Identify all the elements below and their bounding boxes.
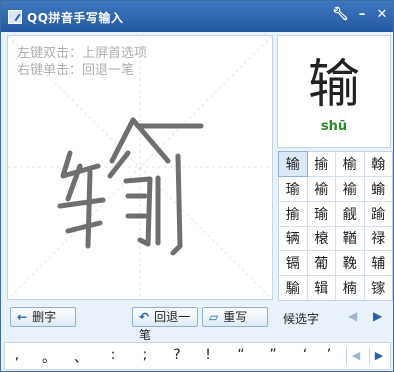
- handwriting-window: QQ拼音手写输入 🔧︎ – ✕ 左键双击：上屏首选项 右键单击：回退一笔 ← 删…: [0, 0, 394, 372]
- candidate-cell[interactable]: 榆: [336, 152, 364, 176]
- candidate-cell[interactable]: 辆: [279, 226, 307, 251]
- title-bar[interactable]: QQ拼音手写输入 🔧︎ – ✕: [1, 1, 393, 32]
- undo-icon: ↶: [139, 310, 150, 324]
- punct-key[interactable]: ’: [321, 347, 337, 363]
- candidate-grid: 输 揄 榆 翰 瑜 褕 褕 蝓 揄 瑜 觎 踰 辆 榱 鞧 禄 镉 葡 鞔 辅 …: [278, 151, 393, 301]
- candidate-cell[interactable]: 瑜: [279, 176, 307, 201]
- delete-char-button[interactable]: ← 删字: [10, 307, 76, 327]
- candidate-cell[interactable]: 鞔: [336, 251, 364, 276]
- preview-character: 输: [307, 55, 360, 115]
- punctuation-bar: , 。 、 : ; ? ! “ ” ‘ ’ ◀ ▶: [4, 342, 391, 370]
- punct-key[interactable]: ,: [9, 347, 25, 363]
- candidate-cell[interactable]: 镓: [364, 276, 392, 300]
- candidate-prev-icon[interactable]: ◀: [348, 309, 357, 323]
- candidate-cell[interactable]: 鞧: [336, 226, 364, 251]
- punct-key[interactable]: ?: [169, 347, 185, 363]
- punct-prev-icon[interactable]: ◀: [346, 347, 365, 365]
- punct-key[interactable]: ;: [137, 347, 153, 363]
- punct-next-icon[interactable]: ▶: [369, 347, 388, 365]
- candidate-cell[interactable]: 蝓: [364, 176, 392, 201]
- candidate-cell[interactable]: 褕: [336, 176, 364, 201]
- arrow-left-icon: ←: [17, 310, 28, 324]
- rewrite-button[interactable]: ▱ 重写: [202, 307, 268, 327]
- candidate-cell[interactable]: 镉: [279, 251, 307, 276]
- punct-key[interactable]: !: [200, 347, 216, 363]
- writing-canvas[interactable]: 左键双击：上屏首选项 右键单击：回退一笔: [7, 35, 273, 300]
- minimize-icon[interactable]: –: [354, 7, 370, 23]
- punct-key[interactable]: 、: [73, 347, 89, 367]
- candidate-cell[interactable]: 输: [278, 151, 308, 177]
- candidate-cell[interactable]: 揄: [307, 152, 335, 176]
- candidate-cell[interactable]: 褕: [307, 176, 335, 201]
- candidate-cell[interactable]: 瑜: [307, 201, 335, 226]
- candidate-cell[interactable]: 辑: [307, 276, 335, 300]
- delete-label: 删字: [32, 310, 57, 324]
- handwriting-strokes: [57, 117, 204, 256]
- close-icon[interactable]: ✕: [374, 7, 390, 23]
- candidate-next-icon[interactable]: ▶: [373, 309, 382, 323]
- punct-key[interactable]: ”: [265, 347, 281, 363]
- candidate-cell[interactable]: 葡: [307, 251, 335, 276]
- candidate-cell[interactable]: 揄: [279, 201, 307, 226]
- rewrite-label: 重写: [223, 310, 248, 324]
- punct-key[interactable]: 。: [41, 347, 57, 367]
- wrench-icon[interactable]: 🔧︎: [332, 7, 349, 23]
- recognition-preview: 输 shū: [277, 35, 391, 148]
- candidate-cell[interactable]: 楠: [336, 276, 364, 300]
- eraser-icon: ▱: [209, 310, 219, 324]
- preview-pinyin: shū: [320, 119, 348, 134]
- candidate-cell[interactable]: 翰: [364, 152, 392, 176]
- candidate-cell[interactable]: 騟: [279, 276, 307, 300]
- candidate-label: 候选字: [283, 312, 320, 326]
- punct-key[interactable]: “: [233, 347, 249, 363]
- candidate-cell[interactable]: 踰: [364, 201, 392, 226]
- candidate-cell[interactable]: 榱: [307, 226, 335, 251]
- undo-stroke-button[interactable]: ↶ 回退一笔: [132, 307, 198, 342]
- punct-key[interactable]: :: [105, 347, 121, 363]
- candidate-cell[interactable]: 觎: [336, 201, 364, 226]
- candidate-cell[interactable]: 辅: [364, 251, 392, 276]
- app-icon: [8, 10, 22, 24]
- punct-key[interactable]: ‘: [297, 347, 313, 363]
- candidate-cell[interactable]: 禄: [364, 226, 392, 251]
- window-title: QQ拼音手写输入: [27, 11, 124, 25]
